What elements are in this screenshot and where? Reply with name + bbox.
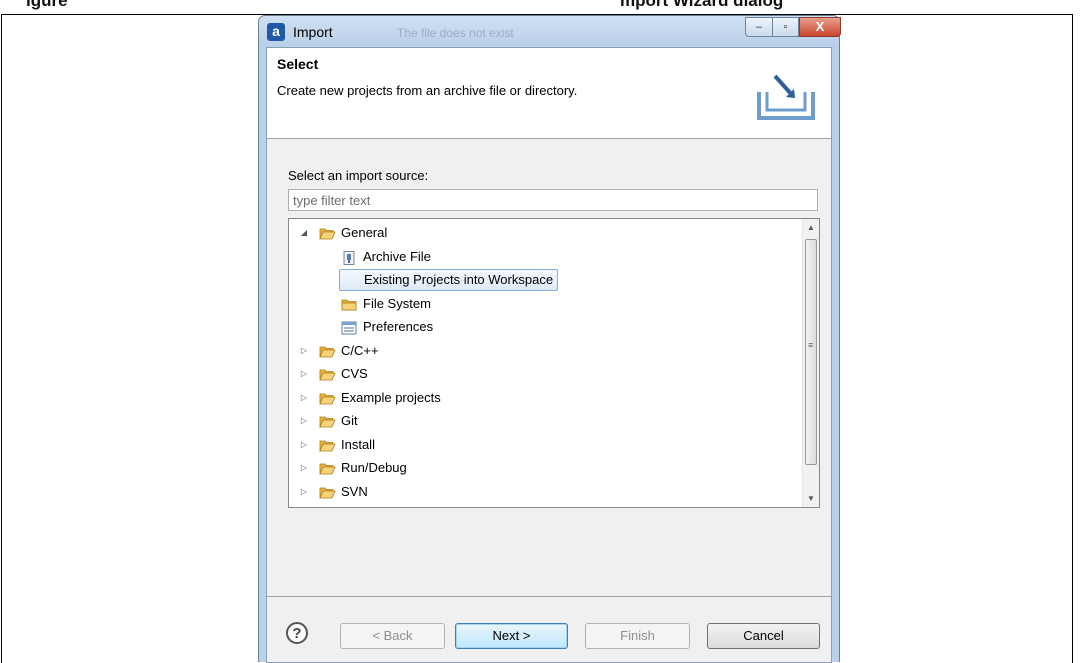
tree-scrollbar[interactable]: ▲ ≡ ▼ bbox=[802, 219, 819, 507]
folder-open-icon bbox=[319, 438, 336, 452]
tree-item-label: Git bbox=[341, 413, 358, 428]
minimize-button[interactable]: – bbox=[745, 17, 773, 37]
footer-separator bbox=[267, 596, 831, 597]
cancel-button[interactable]: Cancel bbox=[707, 623, 820, 649]
app-icon: a bbox=[267, 23, 285, 41]
scroll-grip-icon: ≡ bbox=[808, 340, 814, 350]
filter-input[interactable] bbox=[288, 189, 818, 211]
tree-item-label: Archive File bbox=[363, 248, 431, 264]
collapsed-arrow-icon[interactable]: ▷ bbox=[299, 481, 309, 503]
import-dialog: a Import The file does not exist – ▫ X S… bbox=[258, 15, 841, 663]
preferences-icon bbox=[341, 320, 358, 335]
collapsed-arrow-icon[interactable]: ▷ bbox=[299, 340, 309, 362]
tree-item-label: SVN bbox=[341, 483, 368, 499]
tree-item-label: Preferences bbox=[363, 319, 434, 334]
help-icon[interactable]: ? bbox=[286, 622, 308, 644]
caption-right: mport Wizard dialog bbox=[620, 0, 784, 10]
ghost-text: The file does not exist bbox=[397, 26, 514, 40]
tree-item-label: Existing Projects into Workspace bbox=[339, 269, 559, 291]
tree-item[interactable]: ◢ General bbox=[289, 222, 794, 244]
tree-item[interactable]: Archive File bbox=[289, 246, 794, 268]
folder-icon bbox=[341, 297, 358, 311]
folder-open-icon bbox=[319, 367, 336, 381]
collapsed-arrow-icon[interactable]: ▷ bbox=[299, 457, 309, 479]
tree-item-label: Example projects bbox=[341, 389, 441, 405]
close-button[interactable]: X bbox=[799, 17, 841, 37]
back-button[interactable]: < Back bbox=[340, 623, 445, 649]
dialog-client-area: Select Create new projects from an archi… bbox=[266, 47, 832, 663]
tree-item[interactable]: Existing Projects into Workspace bbox=[289, 269, 794, 291]
tree-item[interactable]: ▷ Git bbox=[289, 410, 794, 432]
page-title: Select bbox=[277, 56, 319, 72]
finish-button[interactable]: Finish bbox=[585, 623, 690, 649]
archive-file-icon bbox=[341, 250, 358, 265]
tree-item-label: C/C++ bbox=[341, 342, 379, 358]
scroll-up-arrow-icon[interactable]: ▲ bbox=[803, 219, 819, 236]
collapsed-arrow-icon[interactable]: ▷ bbox=[299, 434, 309, 456]
folder-open-icon bbox=[319, 391, 336, 405]
tree-item[interactable]: ▷ CVS bbox=[289, 363, 794, 385]
tree-item-label: Run/Debug bbox=[341, 460, 407, 475]
next-button[interactable]: Next > bbox=[455, 623, 568, 649]
tree-item[interactable]: ▷ SVN bbox=[289, 481, 794, 503]
collapsed-arrow-icon[interactable]: ▷ bbox=[299, 410, 309, 432]
collapsed-arrow-icon[interactable]: ▷ bbox=[299, 363, 309, 385]
tree-item-label: General bbox=[341, 225, 388, 240]
folder-open-icon bbox=[319, 414, 336, 428]
maximize-button[interactable]: ▫ bbox=[772, 17, 799, 37]
folder-open-icon bbox=[319, 226, 336, 240]
document-caption: igure mport Wizard dialog bbox=[0, 0, 1082, 14]
folder-open-icon bbox=[319, 461, 336, 475]
scroll-thumb[interactable]: ≡ bbox=[805, 239, 817, 465]
import-source-tree[interactable]: ◢ General Archive File Existing Projects in… bbox=[288, 218, 820, 508]
caption-left: igure bbox=[26, 0, 68, 10]
tree-item[interactable]: Preferences bbox=[289, 316, 794, 338]
tree-item-label: Install bbox=[341, 436, 375, 452]
scroll-down-arrow-icon[interactable]: ▼ bbox=[803, 490, 819, 507]
import-source-label: Select an import source: bbox=[288, 168, 429, 183]
wizard-header: Select Create new projects from an archi… bbox=[267, 48, 831, 139]
page-description: Create new projects from an archive file… bbox=[277, 83, 578, 98]
tree-item[interactable]: File System bbox=[289, 293, 794, 315]
tree-item-label: CVS bbox=[341, 366, 368, 381]
expanded-arrow-icon[interactable]: ◢ bbox=[299, 222, 309, 244]
tree-item[interactable]: ▷ Install bbox=[289, 434, 794, 456]
tree-item[interactable]: ▷ C/C++ bbox=[289, 340, 794, 362]
import-wizard-icon bbox=[757, 74, 815, 120]
tree-item-label: File System bbox=[363, 295, 431, 311]
tree-item[interactable]: ▷ Example projects bbox=[289, 387, 794, 409]
folder-open-icon bbox=[319, 344, 336, 358]
folder-open-icon bbox=[319, 485, 336, 499]
title-bar[interactable]: a Import The file does not exist – ▫ X bbox=[259, 16, 841, 48]
collapsed-arrow-icon[interactable]: ▷ bbox=[299, 387, 309, 409]
window-title: Import bbox=[293, 24, 333, 40]
tree-item[interactable]: ▷ Run/Debug bbox=[289, 457, 794, 479]
